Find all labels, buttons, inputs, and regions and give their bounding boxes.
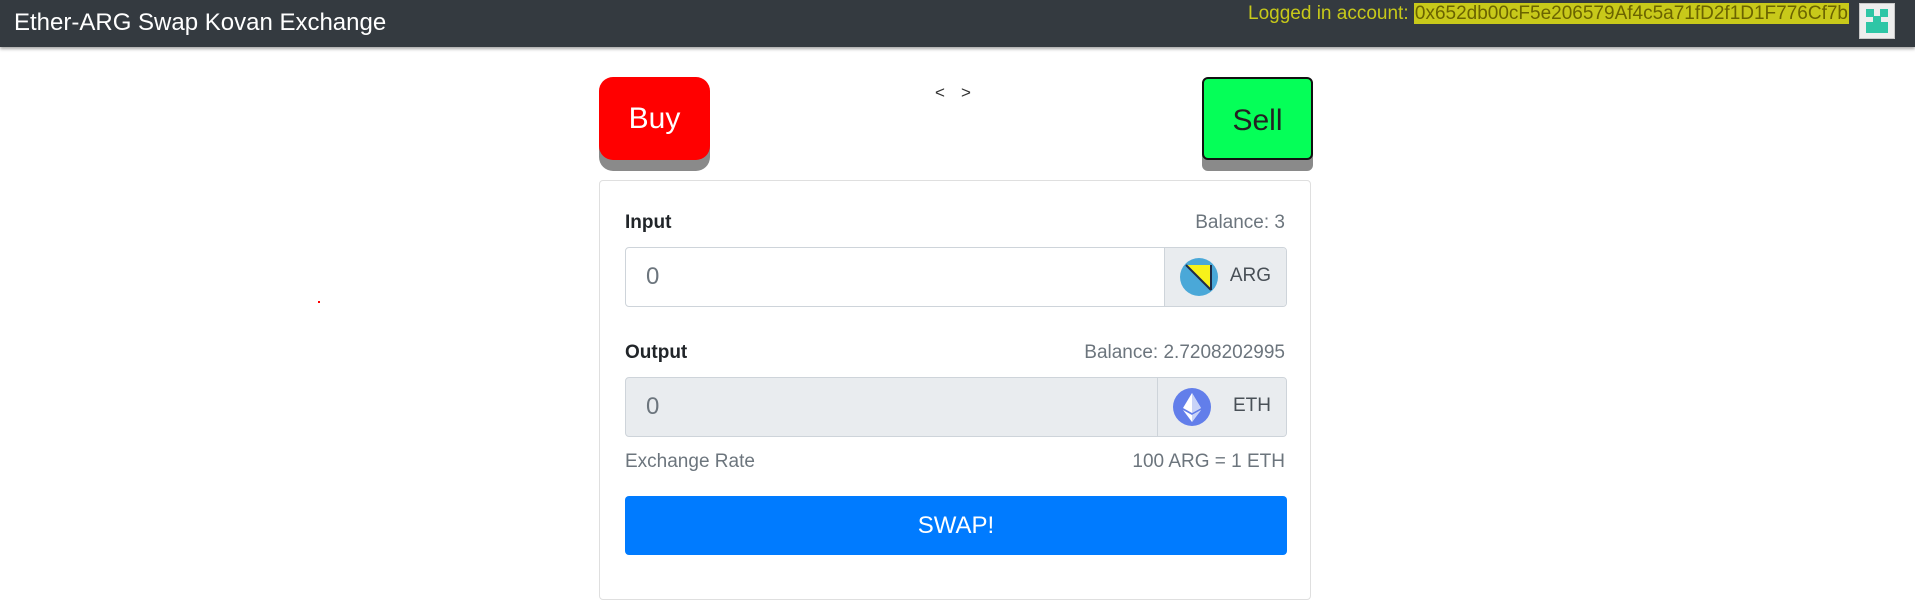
input-token-addon: ARG (1164, 248, 1286, 306)
navbar: Ether-ARG Swap Kovan Exchange Logged in … (0, 0, 1915, 47)
account-label: Logged in account: (1248, 3, 1414, 24)
arg-token-icon (1180, 258, 1218, 296)
prev-arrow-button[interactable]: < (935, 83, 945, 102)
sell-button[interactable]: Sell (1202, 77, 1313, 160)
identicon-avatar (1859, 3, 1895, 39)
input-label: Input (625, 212, 672, 233)
output-token-addon: ETH (1157, 378, 1286, 436)
input-field-group: ARG (625, 247, 1287, 307)
swap-card: Input Balance: 3 ARG Output Balance: 2.7… (599, 180, 1311, 600)
output-amount-field (626, 378, 1158, 436)
account-address: 0x652db00cF5e206579Af4c5a71fD2f1D1F776Cf… (1413, 3, 1849, 24)
stray-dot (318, 301, 320, 303)
output-token-symbol: ETH (1233, 395, 1271, 416)
exchange-rate-value: 100 ARG = 1 ETH (1132, 451, 1285, 472)
next-arrow-button[interactable]: > (961, 83, 971, 102)
logged-in-account: Logged in account: 0x652db00cF5e206579Af… (1248, 2, 1849, 26)
eth-token-icon (1173, 388, 1211, 426)
exchange-rate-label: Exchange Rate (625, 451, 755, 472)
app-title[interactable]: Ether-ARG Swap Kovan Exchange (14, 9, 386, 37)
input-token-symbol: ARG (1229, 265, 1271, 286)
output-field-group: ETH (625, 377, 1287, 437)
swap-button[interactable]: SWAP! (625, 496, 1287, 555)
output-label: Output (625, 342, 688, 363)
output-balance: Balance: 2.7208202995 (1084, 342, 1285, 363)
input-balance: Balance: 3 (1195, 212, 1285, 233)
input-amount-field[interactable] (626, 248, 1166, 306)
mode-nav-arrows: < > (935, 83, 987, 103)
buy-button[interactable]: Buy (599, 77, 710, 160)
